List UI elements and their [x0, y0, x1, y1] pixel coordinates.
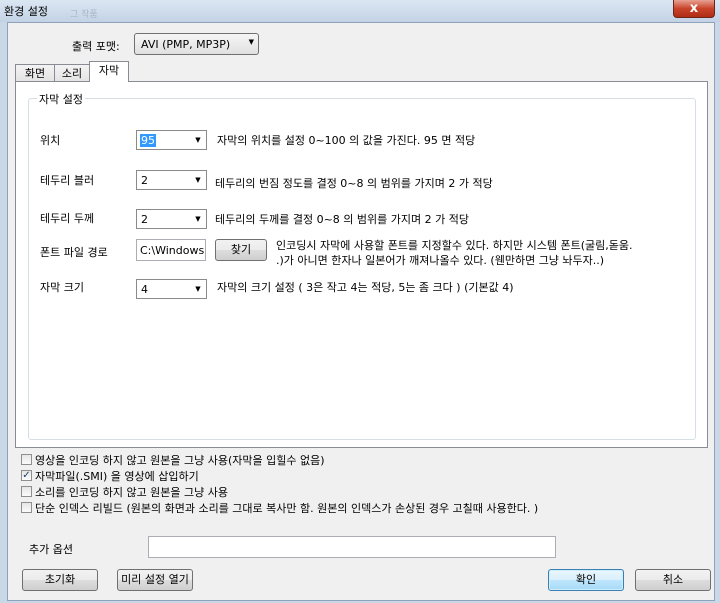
font-path-description-line2: .)가 아니면 한자나 일본어가 깨져나올수 있다. (웬만하면 그냥 놔두자.…: [276, 254, 605, 267]
close-icon: x: [689, 1, 699, 16]
group-title: 자막 설정: [37, 91, 85, 107]
output-format-dropdown[interactable]: AVI (PMP, MP3P) ▼: [134, 33, 259, 55]
font-path-value: C:\Windows: [140, 244, 205, 257]
title-bar[interactable]: 환경 설정 그 작품 x: [0, 0, 720, 22]
extra-options-input[interactable]: [148, 536, 556, 558]
edge-thickness-description: 테두리의 두께를 결정 0~8 의 범위를 가지며 2 가 적당: [215, 213, 469, 226]
subtitle-size-value: 4: [141, 283, 148, 296]
option-checkbox-passthrough-video[interactable]: [21, 454, 32, 465]
close-button[interactable]: x: [673, 0, 715, 18]
subtitle-size-label: 자막 크기: [40, 281, 84, 294]
subtitle-settings-group: [28, 98, 696, 440]
tab-screen[interactable]: 화면: [15, 64, 55, 82]
chevron-down-icon: ▼: [195, 136, 201, 144]
edge-thickness-dropdown[interactable]: 2 ▼: [136, 209, 207, 229]
tab-subtitle[interactable]: 자막: [89, 61, 129, 82]
open-preset-button[interactable]: 미리 설정 열기: [117, 569, 193, 591]
option-label-passthrough-video: 영상을 인코딩 하지 않고 원본을 그냥 사용(자막을 입힐수 없음): [35, 454, 325, 467]
ok-button[interactable]: 확인: [548, 569, 624, 591]
edge-blur-value: 2: [141, 174, 148, 187]
check-icon: ✓: [22, 470, 31, 481]
chevron-down-icon: ▼: [248, 38, 254, 46]
reset-button[interactable]: 초기화: [22, 569, 98, 591]
position-label: 위치: [40, 134, 61, 147]
cancel-button[interactable]: 취소: [635, 569, 711, 591]
option-checkbox-index-rebuild[interactable]: [21, 502, 32, 513]
edge-thickness-value: 2: [141, 213, 148, 226]
option-checkbox-passthrough-audio[interactable]: [21, 486, 32, 497]
option-label-embed-smi: 자막파일(.SMI) 을 영상에 삽입하기: [35, 470, 199, 483]
edge-blur-label: 테두리 블러: [40, 174, 95, 187]
chevron-down-icon: ▼: [195, 285, 201, 293]
position-description: 자막의 위치를 설정 0~100 의 값을 가진다. 95 면 적당: [217, 134, 476, 147]
edge-blur-dropdown[interactable]: 2 ▼: [136, 170, 207, 190]
browse-button[interactable]: 찾기: [215, 239, 267, 261]
position-dropdown[interactable]: 95 ▼: [136, 130, 207, 150]
tab-sound[interactable]: 소리: [54, 64, 90, 82]
chevron-down-icon: ▼: [195, 215, 201, 223]
chevron-down-icon: ▼: [195, 176, 201, 184]
subtitle-size-description: 자막의 크기 설정 ( 3은 작고 4는 적당, 5는 좀 크다 ) (기본값 …: [217, 281, 514, 294]
option-label-passthrough-audio: 소리를 인코딩 하지 않고 원본을 그냥 사용: [35, 486, 229, 499]
output-format-value: AVI (PMP, MP3P): [141, 38, 231, 51]
option-label-index-rebuild: 단순 인덱스 리빌드 (원본의 화면과 소리를 그대로 복사만 함. 원본의 인…: [35, 502, 539, 515]
background-window-title: 그 작품: [70, 10, 98, 20]
output-format-label: 출력 포맷:: [72, 40, 120, 53]
edge-thickness-label: 테두리 두께: [40, 212, 95, 225]
font-path-label: 폰트 파일 경로: [40, 246, 108, 259]
font-path-field[interactable]: C:\Windows: [136, 239, 206, 261]
position-value: 95: [140, 134, 156, 147]
option-checkbox-embed-smi[interactable]: ✓: [21, 470, 32, 481]
window-title: 환경 설정: [4, 5, 48, 18]
settings-dialog: 출력 포맷: AVI (PMP, MP3P) ▼ 화면 소리 자막 자막 설정 …: [7, 22, 715, 601]
subtitle-tab-panel: 자막 설정 위치 95 ▼ 자막의 위치를 설정 0~100 의 값을 가진다.…: [15, 81, 708, 448]
extra-options-label: 추가 옵션: [29, 543, 73, 556]
font-path-description-line1: 인코딩시 자막에 사용할 폰트를 지정할수 있다. 하지만 시스템 폰트(굴림,…: [276, 239, 633, 252]
edge-blur-description: 테두리의 번짐 정도를 결정 0~8 의 범위를 가지며 2 가 적당: [215, 177, 493, 190]
subtitle-size-dropdown[interactable]: 4 ▼: [136, 279, 207, 299]
